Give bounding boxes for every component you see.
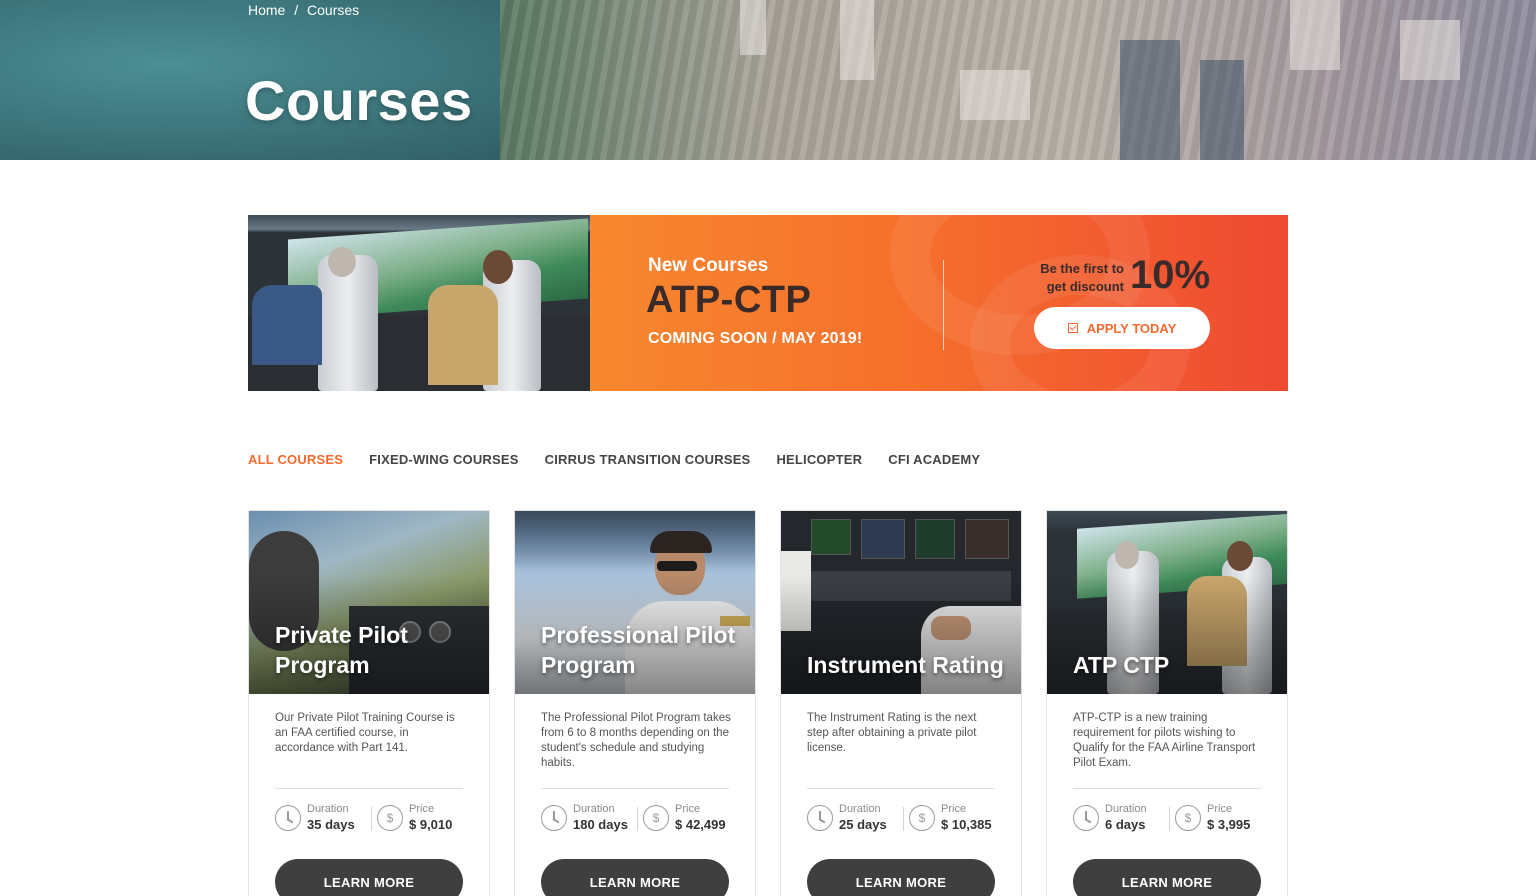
duration-value: 180 days (573, 817, 628, 832)
learn-more-button[interactable]: LEARN MORE (275, 859, 463, 896)
duration-value: 6 days (1105, 817, 1146, 832)
course-card-image: Instrument Rating (781, 511, 1021, 694)
hero-building (840, 0, 874, 80)
course-card-title: Instrument Rating (807, 652, 1004, 678)
dollar-circle-icon: $ (1175, 805, 1201, 831)
course-card-title: Private Pilot Program (275, 622, 408, 678)
learn-more-button[interactable]: LEARN MORE (1073, 859, 1261, 896)
duration-value: 25 days (839, 817, 887, 832)
dollar-circle-icon: $ (909, 805, 935, 831)
price-label: Price (409, 803, 435, 815)
hero-building (1400, 20, 1460, 80)
clock-icon (541, 805, 567, 831)
page-hero: Home / Courses Courses (0, 0, 1536, 160)
apply-today-button[interactable]: APPLY TODAY (1034, 307, 1210, 349)
price-value: $ 10,385 (941, 817, 992, 832)
tab-cfi-academy[interactable]: CFI ACADEMY (888, 452, 980, 467)
course-card-description: The Instrument Rating is the next step a… (807, 712, 977, 754)
duration-value: 35 days (307, 817, 355, 832)
course-price: $ Price $ 9,010 (377, 803, 452, 833)
dollar-circle-icon: $ (377, 805, 403, 831)
learn-more-button[interactable]: LEARN MORE (541, 859, 729, 896)
course-duration: Duration 25 days (807, 803, 887, 833)
meta-separator (637, 807, 638, 831)
page-title: Courses (245, 69, 473, 132)
banner-discount-text: Be the first to get discount (1002, 260, 1124, 296)
course-duration: Duration 6 days (1073, 803, 1147, 833)
banner-kicker: New Courses (648, 255, 769, 276)
clock-icon (1073, 805, 1099, 831)
banner-simulator-image (248, 215, 590, 391)
duration-label: Duration (573, 803, 615, 815)
hero-tower (1120, 40, 1180, 160)
breadcrumb-separator: / (294, 2, 299, 18)
price-value: $ 42,499 (675, 817, 726, 832)
clock-icon (275, 805, 301, 831)
course-card-image: Professional Pilot Program (515, 511, 755, 694)
meta-separator (371, 807, 372, 831)
course-card-description: Our Private Pilot Training Course is an … (275, 712, 455, 754)
course-card-image: Private Pilot Program (249, 511, 489, 694)
divider (1073, 788, 1261, 789)
course-card-private-pilot: Private Pilot Program Our Private Pilot … (248, 510, 490, 896)
price-label: Price (1207, 803, 1233, 815)
course-filter-tabs: ALL COURSES FIXED-WING COURSES CIRRUS TR… (248, 452, 980, 467)
tab-all-courses[interactable]: ALL COURSES (248, 452, 343, 467)
banner-discount-line1: Be the first to (1040, 261, 1124, 276)
duration-label: Duration (1105, 803, 1147, 815)
price-value: $ 3,995 (1207, 817, 1251, 832)
course-duration: Duration 180 days (541, 803, 628, 833)
course-card-description: ATP-CTP is a new training requirement fo… (1073, 712, 1256, 769)
course-card-professional-pilot: Professional Pilot Program The Professio… (514, 510, 756, 896)
course-duration: Duration 35 days (275, 803, 355, 833)
course-card-title: ATP CTP (1073, 652, 1170, 678)
meta-separator (903, 807, 904, 831)
banner-discount-value: 10% (1130, 253, 1211, 297)
clock-icon (807, 805, 833, 831)
divider (541, 788, 729, 789)
promo-banner: New Courses ATP-CTP COMING SOON / MAY 20… (248, 215, 1288, 391)
banner-divider (943, 260, 944, 350)
course-card-title: Professional Pilot Program (541, 622, 736, 678)
course-price: $ Price $ 42,499 (643, 803, 726, 833)
course-price: $ Price $ 10,385 (909, 803, 992, 833)
meta-separator (1169, 807, 1170, 831)
hero-building (960, 70, 1030, 120)
apply-today-label: APPLY TODAY (1086, 320, 1177, 336)
duration-label: Duration (307, 803, 349, 815)
breadcrumb-current: Courses (307, 2, 360, 18)
hero-tower (1200, 60, 1244, 160)
course-card-image: ATP CTP (1047, 511, 1287, 694)
banner-offer-panel: New Courses ATP-CTP COMING SOON / MAY 20… (590, 215, 1288, 391)
course-price: $ Price $ 3,995 (1175, 803, 1250, 833)
price-label: Price (675, 803, 701, 815)
divider (275, 788, 463, 789)
banner-title: ATP-CTP (646, 279, 812, 321)
banner-subtitle: COMING SOON / MAY 2019! (648, 330, 863, 347)
divider (807, 788, 995, 789)
hero-building (740, 0, 766, 55)
tab-fixed-wing-courses[interactable]: FIXED-WING COURSES (369, 452, 519, 467)
tab-cirrus-transition-courses[interactable]: CIRRUS TRANSITION COURSES (545, 452, 751, 467)
breadcrumb: Home / Courses (248, 2, 359, 18)
dollar-circle-icon: $ (643, 805, 669, 831)
banner-discount-line2: get discount (1046, 279, 1124, 294)
hero-building (1290, 0, 1340, 70)
price-value: $ 9,010 (409, 817, 453, 832)
course-card-description: The Professional Pilot Program takes fro… (541, 712, 731, 769)
breadcrumb-home-link[interactable]: Home (248, 2, 285, 18)
checkbox-icon (1067, 323, 1078, 333)
price-label: Price (941, 803, 967, 815)
course-card-instrument-rating: Instrument Rating The Instrument Rating … (780, 510, 1022, 896)
learn-more-button[interactable]: LEARN MORE (807, 859, 995, 896)
course-card-atp-ctp: ATP CTP ATP-CTP is a new training requir… (1046, 510, 1288, 896)
tab-helicopter[interactable]: HELICOPTER (776, 452, 862, 467)
duration-label: Duration (839, 803, 881, 815)
